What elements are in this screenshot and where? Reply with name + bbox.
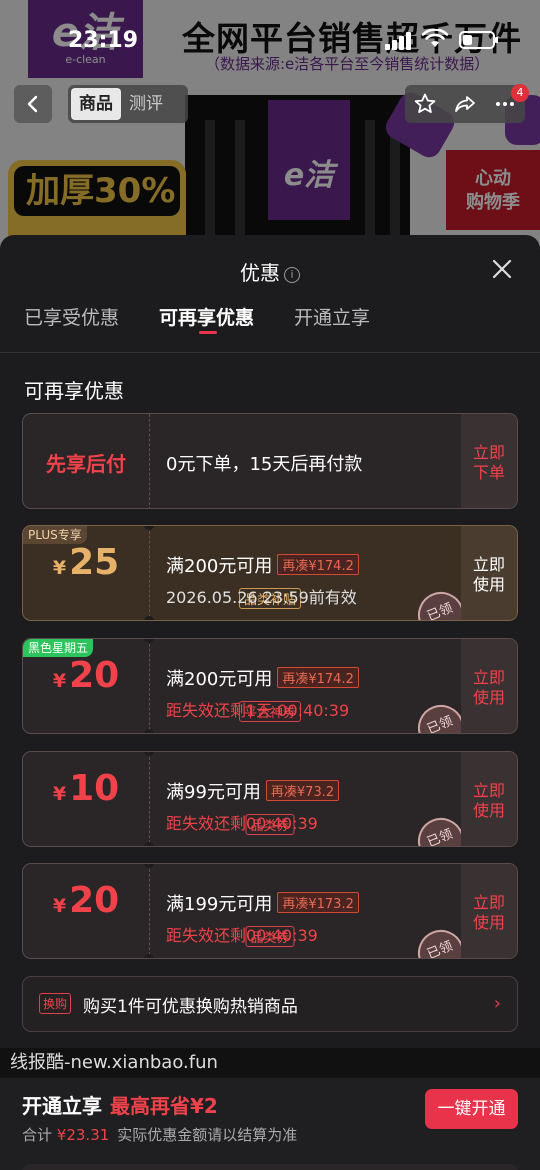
order-now-button[interactable]: 立即下单 (461, 414, 517, 508)
tab-review[interactable]: 测评 (121, 88, 171, 120)
chevron-right-icon: › (493, 993, 501, 1014)
prepay-card[interactable]: 先享后付 0元下单，15天后再付款 立即下单 (22, 413, 518, 509)
status-bar: 23:19 (0, 0, 540, 80)
footer-title: 开通立享 最高再省¥2 (22, 1090, 218, 1119)
swap-tag: 换购 (39, 993, 72, 1014)
one-click-open-button[interactable]: 一键开通 (425, 1089, 518, 1129)
coupon-card: ¥20 品类券 满199元可用 再凑¥173.2 距失效还剩00:40:39 已领… (22, 863, 518, 959)
coupon-amount-value: 10 (69, 768, 120, 809)
card-notch (144, 526, 154, 530)
tab-available[interactable]: 可再享优惠 (159, 303, 254, 330)
prepay-label: 先享后付 (46, 452, 126, 476)
share-icon[interactable] (453, 92, 477, 116)
coupon-extra-tag: 再凑¥73.2 (265, 780, 340, 801)
currency-symbol: ¥ (52, 783, 67, 805)
section-title: 可再享优惠 (24, 379, 124, 403)
tab-product[interactable]: 商品 (71, 88, 121, 120)
coupon-amount: ¥20 (23, 880, 149, 921)
footer-save-text: 最高再省¥2 (110, 1094, 218, 1118)
prepay-text: 0元下单，15天后再付款 (166, 454, 363, 475)
coupon-condition: 满99元可用 再凑¥73.2 (166, 778, 340, 804)
card-notch (144, 752, 154, 756)
use-now-button[interactable]: 立即使用 (461, 526, 517, 620)
coupon-countdown: 距失效还剩00:40:39 (166, 814, 318, 833)
battery-icon (459, 31, 498, 49)
coupon-extra-tag: 再凑¥173.2 (277, 892, 359, 913)
coupon-extra-tag: 再凑¥174.2 (277, 667, 359, 688)
coupon-amount: ¥25 (23, 542, 149, 583)
watermark: 线报酷-new.xianbao.fun (0, 1048, 540, 1078)
chevron-left-icon (27, 95, 38, 113)
use-now-label: 立即使用 (472, 555, 505, 594)
card-notch (144, 639, 154, 643)
coupon-countdown: 距失效还剩1天 00:40:39 (166, 701, 350, 720)
sheet-title: 优惠 i (0, 257, 540, 286)
currency-symbol: ¥ (52, 557, 67, 579)
use-now-button[interactable]: 立即使用 (461, 752, 517, 846)
use-now-button[interactable]: 立即使用 (461, 639, 517, 733)
coupon-condition: 满200元可用 再凑¥174.2 (166, 552, 359, 578)
sum-label: 合计 (22, 1126, 53, 1144)
wifi-icon (422, 29, 448, 47)
next-card-peek (22, 1164, 518, 1170)
currency-symbol: ¥ (52, 670, 67, 692)
use-now-label: 立即使用 (472, 893, 505, 932)
back-button[interactable] (14, 85, 52, 123)
order-now-label: 立即下单 (472, 443, 505, 482)
card-notch (144, 864, 154, 868)
card-divider (149, 526, 150, 620)
nav-actions (405, 85, 525, 123)
card-notch (144, 616, 154, 620)
currency-symbol: ¥ (52, 895, 67, 917)
coupon-condition-text: 满200元可用 (166, 556, 273, 577)
sum-note: 实际优惠金额请以结算为准 (117, 1126, 298, 1144)
sum-price: ¥23.31 (56, 1126, 110, 1144)
footer-title-text: 开通立享 (22, 1094, 102, 1118)
footer-sum: 合计 ¥23.31 实际优惠金额请以结算为准 (22, 1124, 297, 1145)
coupon-amount-value: 20 (69, 880, 120, 921)
swap-text: 购买1件可优惠换购热销商品 (83, 997, 298, 1017)
coupon-condition: 满200元可用 再凑¥174.2 (166, 665, 359, 691)
coupon-condition-text: 满99元可用 (166, 782, 261, 803)
card-notch (144, 842, 154, 846)
card-divider (149, 639, 150, 733)
coupon-amount: ¥10 (23, 768, 149, 809)
coupon-amount-value: 25 (69, 542, 120, 583)
tab-open[interactable]: 开通立享 (294, 303, 370, 330)
coupon-card: ¥10 品类券 满99元可用 再凑¥73.2 距失效还剩00:40:39 已领 立… (22, 751, 518, 847)
use-now-label: 立即使用 (472, 668, 505, 707)
card-notch (144, 954, 154, 958)
card-notch (144, 729, 154, 733)
coupon-card: 黑色星期五 ¥20 平台神券 满200元可用 再凑¥174.2 距失效还剩1天 0… (22, 638, 518, 734)
info-icon[interactable]: i (284, 267, 300, 283)
card-divider (149, 752, 150, 846)
coupon-condition-text: 满199元可用 (166, 894, 273, 915)
star-icon[interactable] (413, 92, 437, 116)
coupon-condition: 满199元可用 再凑¥173.2 (166, 890, 359, 916)
sheet-title-text: 优惠 (240, 261, 280, 285)
product-tabs: 商品 测评 (68, 85, 188, 123)
swap-purchase-row[interactable]: 换购 购买1件可优惠换购热销商品 › (22, 976, 518, 1032)
coupon-amount-value: 20 (69, 655, 120, 696)
card-divider (149, 414, 150, 508)
signal-icon (385, 32, 411, 50)
page: e洁 e-clean 全网平台销售超千万件 （数据来源:e洁各平台至今销售统计数… (0, 0, 540, 1170)
coupon-extra-tag: 再凑¥174.2 (277, 554, 359, 575)
coupon-countdown: 距失效还剩00:40:39 (166, 926, 318, 945)
discount-sheet: 优惠 i 已享受优惠 可再享优惠 开通立享 可再享优惠 先享后付 0元下单，15天… (0, 235, 540, 1170)
card-divider (149, 864, 150, 958)
tab-indicator (199, 331, 217, 334)
tab-enjoyed[interactable]: 已享受优惠 (24, 303, 119, 330)
use-now-button[interactable]: 立即使用 (461, 864, 517, 958)
close-icon[interactable] (488, 255, 516, 283)
cart-count-badge: 4 (511, 84, 529, 102)
coupon-amount: ¥20 (23, 655, 149, 696)
status-time: 23:19 (68, 28, 139, 53)
use-now-label: 立即使用 (472, 781, 505, 820)
coupon-condition-text: 满200元可用 (166, 669, 273, 690)
coupon-validity: 2026.05.26 23:59前有效 (166, 588, 357, 607)
footer-bar: 开通立享 最高再省¥2 合计 ¥23.31 实际优惠金额请以结算为准 一键开通 (0, 1078, 540, 1170)
discount-tabs: 已享受优惠 可再享优惠 开通立享 (0, 301, 540, 353)
coupon-card: PLUS专享 ¥25 品类补贴 满200元可用 再凑¥174.2 2026.05.… (22, 525, 518, 621)
